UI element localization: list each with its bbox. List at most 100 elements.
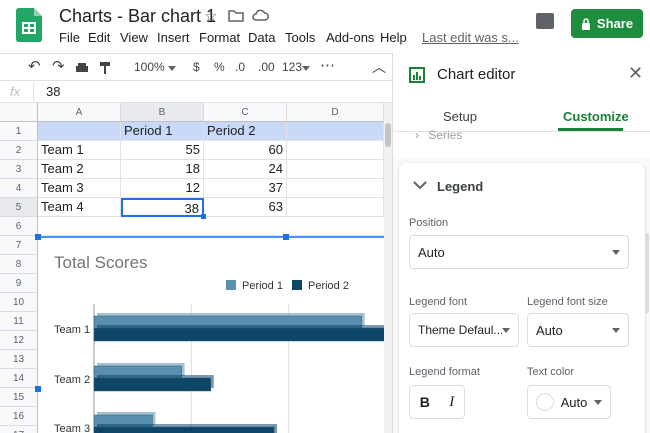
column-header-d[interactable]: D: [287, 103, 384, 122]
row-6-cells[interactable]: [38, 217, 384, 236]
color-swatch: [536, 393, 554, 411]
text-color-select[interactable]: Auto: [527, 385, 611, 419]
row-header[interactable]: 10: [0, 293, 38, 312]
cell-b1[interactable]: Period 1: [121, 122, 204, 141]
menu-view[interactable]: View: [120, 30, 148, 45]
cell-period1[interactable]: 55: [121, 141, 204, 160]
document-title[interactable]: Charts - Bar chart 1: [59, 6, 216, 27]
cell-empty[interactable]: [287, 141, 384, 160]
row-header[interactable]: 12: [0, 331, 38, 350]
lock-icon: [581, 17, 590, 30]
cell-c1[interactable]: Period 2: [204, 122, 287, 141]
formula-divider: [33, 83, 34, 101]
legend-font-select[interactable]: Theme Defaul...: [409, 313, 519, 347]
comment-icon[interactable]: [536, 13, 554, 29]
cell-team[interactable]: Team 4: [38, 198, 121, 217]
position-select[interactable]: Auto: [409, 235, 629, 269]
menu-data[interactable]: Data: [248, 30, 275, 45]
panel-scrollbar[interactable]: [645, 233, 649, 313]
sheets-logo-icon[interactable]: [16, 8, 42, 42]
collapse-toolbar-icon[interactable]: ︿: [372, 57, 386, 77]
cell-d1[interactable]: [287, 122, 384, 141]
zoom-caret-icon: [168, 66, 176, 71]
row-header[interactable]: 7: [0, 236, 38, 255]
close-icon[interactable]: ✕: [628, 63, 643, 84]
cell-b5-selected[interactable]: 38: [121, 198, 204, 217]
legend-font-caret-icon: [502, 327, 510, 333]
cell-empty[interactable]: [287, 179, 384, 198]
legend-font-size-caret-icon: [612, 327, 620, 333]
cell-period1[interactable]: 18: [121, 160, 204, 179]
print-icon[interactable]: [75, 62, 89, 74]
menu-addons[interactable]: Add-ons: [326, 30, 374, 45]
row-header[interactable]: 3: [0, 160, 38, 179]
row-header[interactable]: 11: [0, 312, 38, 331]
bar: [93, 426, 275, 433]
formula-input[interactable]: 38: [46, 84, 60, 99]
row-header[interactable]: 8: [0, 255, 38, 274]
tab-customize[interactable]: Customize: [563, 109, 629, 124]
column-header-c[interactable]: C: [204, 103, 287, 122]
menu-help[interactable]: Help: [380, 30, 407, 45]
legend-label: Period 2: [308, 280, 349, 292]
share-button[interactable]: Share: [571, 9, 643, 38]
select-all-corner[interactable]: [0, 103, 38, 122]
cell-a1[interactable]: [38, 122, 121, 141]
column-header-b[interactable]: B: [121, 103, 204, 122]
redo-icon[interactable]: ↷: [52, 57, 65, 75]
cell-team[interactable]: Team 2: [38, 160, 121, 179]
cell-team[interactable]: Team 1: [38, 141, 121, 160]
legend-font-size-select[interactable]: Auto: [527, 313, 629, 347]
row-header[interactable]: 15: [0, 388, 38, 407]
chevron-down-icon[interactable]: [413, 180, 427, 190]
cell-period1[interactable]: 12: [121, 179, 204, 198]
menu-file[interactable]: File: [59, 30, 80, 45]
tab-setup[interactable]: Setup: [443, 109, 477, 124]
increase-decimals-button[interactable]: .00: [258, 60, 275, 74]
italic-button[interactable]: I: [449, 394, 454, 411]
vertical-scrollbar[interactable]: [384, 103, 392, 433]
legend-font-size-value: Auto: [536, 322, 563, 338]
cell-team[interactable]: Team 3: [38, 179, 121, 198]
embedded-chart[interactable]: Total Scores Period 1 Period 2 Team 1 Team…: [35, 234, 384, 433]
row-header[interactable]: 1: [0, 122, 38, 141]
cell-period2[interactable]: 63: [204, 198, 287, 217]
row-header[interactable]: 16: [0, 407, 38, 426]
row-header[interactable]: 9: [0, 274, 38, 293]
cell-empty[interactable]: [287, 160, 384, 179]
bold-button[interactable]: B: [420, 394, 430, 410]
legend-section-title[interactable]: Legend: [437, 179, 483, 194]
more-formats-button[interactable]: 123: [282, 60, 302, 74]
row-header[interactable]: 4: [0, 179, 38, 198]
legend-font-size-label: Legend font size: [527, 296, 608, 308]
menu-format[interactable]: Format: [199, 30, 240, 45]
cell-period2[interactable]: 37: [204, 179, 287, 198]
text-color-caret-icon: [594, 399, 602, 405]
cloud-status-icon[interactable]: [252, 9, 269, 22]
menu-insert[interactable]: Insert: [157, 30, 190, 45]
cell-period2[interactable]: 24: [204, 160, 287, 179]
cell-period2[interactable]: 60: [204, 141, 287, 160]
row-header[interactable]: 2: [0, 141, 38, 160]
column-header-a[interactable]: A: [38, 103, 121, 122]
decrease-decimals-button[interactable]: .0: [235, 60, 245, 74]
menu-tools[interactable]: Tools: [285, 30, 315, 45]
row-header[interactable]: 17: [0, 426, 38, 433]
move-folder-icon[interactable]: [228, 9, 244, 22]
last-edit-link[interactable]: Last edit was s...: [422, 30, 519, 45]
scrollbar-thumb[interactable]: [385, 123, 391, 147]
star-icon[interactable]: ☆: [204, 7, 217, 25]
row-header[interactable]: 13: [0, 350, 38, 369]
series-section-header[interactable]: › Series: [415, 128, 462, 142]
zoom-select[interactable]: 100%: [134, 60, 165, 74]
percent-button[interactable]: %: [214, 60, 225, 74]
undo-icon[interactable]: ↶: [28, 57, 41, 75]
row-header[interactable]: 6: [0, 217, 38, 236]
row-header[interactable]: 14: [0, 369, 38, 388]
more-icon[interactable]: ⋯: [320, 56, 335, 74]
menu-edit[interactable]: Edit: [88, 30, 110, 45]
currency-button[interactable]: $: [193, 60, 200, 74]
row-header[interactable]: 5: [0, 198, 38, 217]
paint-format-icon[interactable]: [99, 61, 111, 75]
cell-empty[interactable]: [287, 198, 384, 217]
